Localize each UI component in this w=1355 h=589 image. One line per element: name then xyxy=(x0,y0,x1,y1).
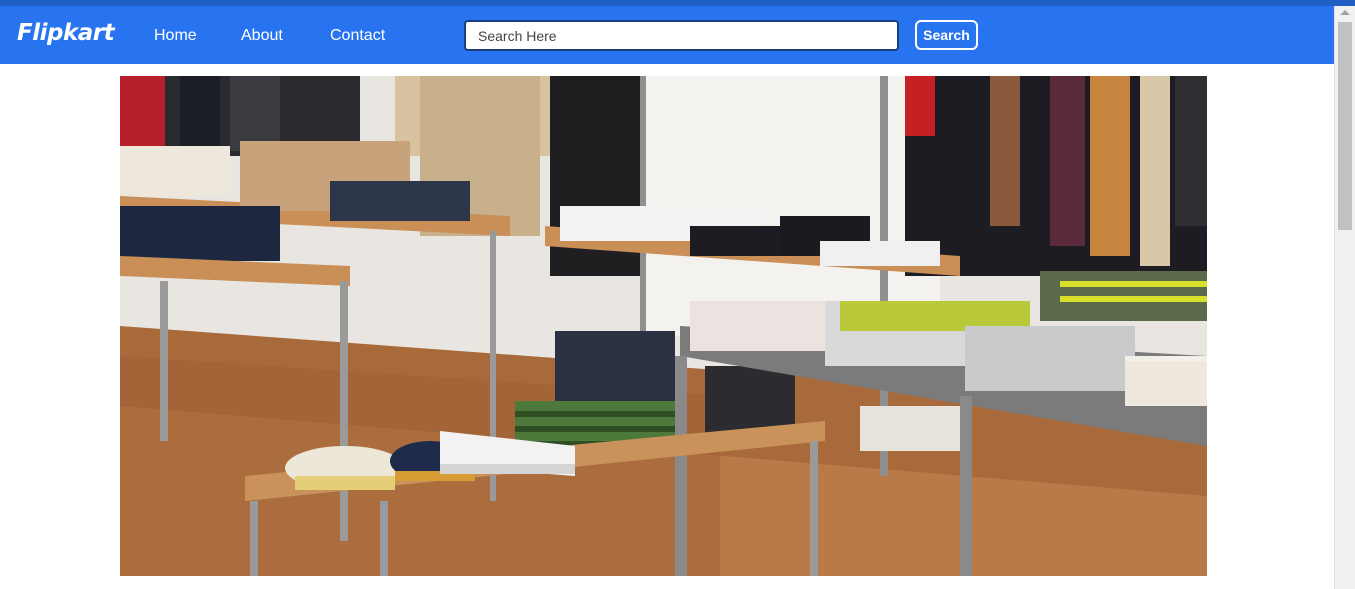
search-input[interactable] xyxy=(464,20,899,51)
clothing-store-photo xyxy=(120,76,1207,576)
navbar: Flipkart Home About Contact Search xyxy=(0,6,1334,64)
scroll-up-arrow-icon[interactable] xyxy=(1340,10,1350,15)
nav-link-contact[interactable]: Contact xyxy=(330,27,385,45)
search-button[interactable]: Search xyxy=(915,20,978,50)
scrollbar-thumb[interactable] xyxy=(1338,22,1352,230)
hero-image xyxy=(120,76,1207,576)
brand-logo[interactable]: Flipkart xyxy=(17,20,115,46)
nav-link-about[interactable]: About xyxy=(241,27,283,45)
nav-link-home[interactable]: Home xyxy=(154,27,197,45)
vertical-scrollbar[interactable] xyxy=(1334,6,1355,589)
